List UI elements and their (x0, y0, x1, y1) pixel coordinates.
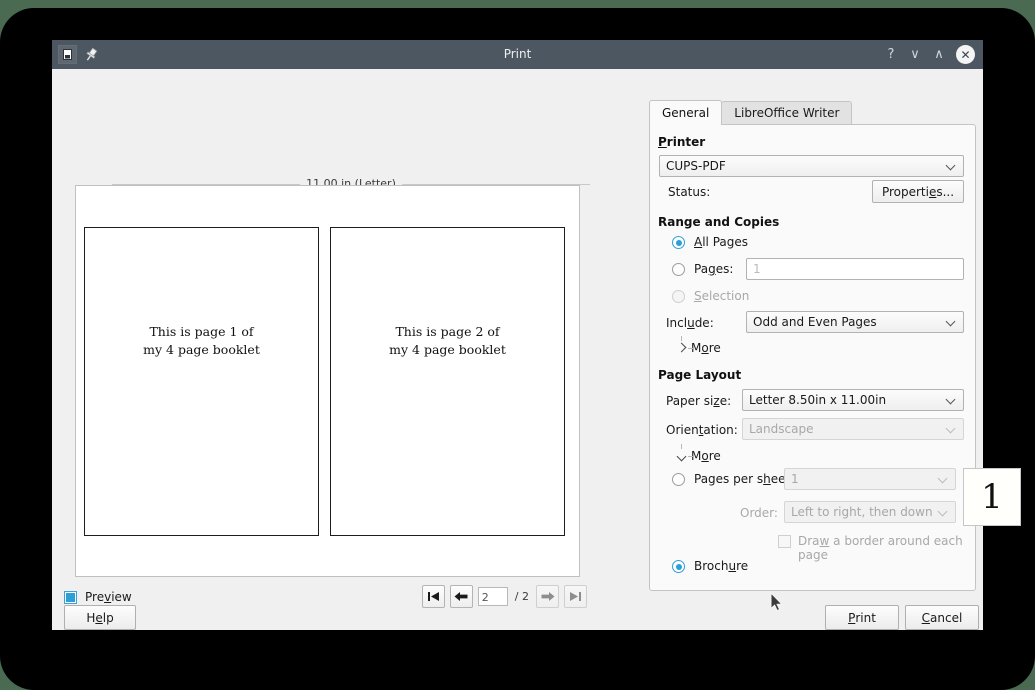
brochure-label: Brochure (694, 559, 748, 573)
more-layout-label: More (691, 449, 721, 463)
more-layout-expander[interactable]: More (676, 449, 721, 463)
nup-preview-thumbnail: 1 (963, 468, 1021, 526)
chevron-down-icon (947, 395, 957, 405)
include-label: Include: (666, 316, 714, 330)
close-icon[interactable]: ✕ (956, 45, 975, 64)
dialog-footer: Help Print Cancel (52, 601, 983, 630)
window-controls: ? ∨ ∧ ✕ (884, 40, 975, 69)
order-combo-value: Left to right, then down (791, 505, 939, 519)
general-tab-panel: Printer CUPS-PDF Status: Properties... R… (649, 124, 976, 591)
order-label: Order: (740, 506, 778, 520)
preview-page-2: This is page 2 of my 4 page booklet (330, 227, 565, 536)
dialog-body: 11.00 in (Letter) 8.50 in This is page 1… (52, 69, 983, 630)
print-preview-panel: 11.00 in (Letter) 8.50 in This is page 1… (52, 69, 597, 630)
pages-label: Pages: (694, 262, 733, 276)
order-combo[interactable]: Left to right, then down (784, 501, 956, 523)
window-title: Print (52, 40, 983, 69)
help-window-button[interactable]: ? (884, 48, 898, 61)
preview-sheet[interactable]: This is page 1 of my 4 page booklet This… (75, 185, 580, 577)
chevron-down-icon (947, 317, 957, 327)
pages-input[interactable]: 1 (746, 258, 964, 280)
layout-group-title: Page Layout (658, 368, 741, 382)
draw-border-checkbox[interactable] (778, 535, 791, 548)
orientation-label: Orientation: (666, 423, 738, 437)
print-button[interactable]: Print (825, 605, 899, 630)
pages-per-sheet-label: Pages per sheet: (694, 472, 794, 486)
chevron-down-icon (939, 507, 949, 517)
paper-size-label: Paper size: (666, 394, 731, 408)
tab-general[interactable]: General (649, 100, 722, 125)
cancel-button[interactable]: Cancel (905, 605, 979, 630)
include-combo-value: Odd and Even Pages (753, 315, 947, 329)
printer-group-title: Printer (658, 135, 705, 149)
include-combo[interactable]: Odd and Even Pages (746, 311, 964, 333)
printer-combo-value: CUPS-PDF (666, 159, 947, 173)
mouse-cursor (770, 592, 784, 615)
printer-combo[interactable]: CUPS-PDF (659, 155, 964, 177)
titlebar: Print ? ∨ ∧ ✕ (52, 40, 983, 69)
status-label: Status: (668, 185, 710, 199)
chevron-down-icon (947, 161, 957, 171)
radio-all-pages[interactable] (672, 236, 685, 249)
more-range-label: More (691, 341, 721, 355)
all-pages-label: All Pages (694, 235, 748, 249)
orientation-combo[interactable]: Landscape (742, 418, 964, 440)
chevron-down-icon (676, 451, 687, 462)
pages-per-sheet-combo[interactable]: 1 (784, 468, 956, 490)
paper-size-combo-value: Letter 8.50in x 11.00in (749, 393, 947, 407)
selection-label: Selection (694, 289, 749, 303)
radio-selection[interactable] (672, 290, 685, 303)
orientation-combo-value: Landscape (749, 422, 947, 436)
properties-button[interactable]: Properties... (872, 180, 964, 203)
preview-page-2-text: This is page 2 of my 4 page booklet (331, 323, 564, 359)
range-group-title: Range and Copies (658, 215, 779, 229)
preview-page-1-text: This is page 1 of my 4 page booklet (85, 323, 318, 359)
radio-brochure[interactable] (672, 560, 685, 573)
minimize-icon[interactable]: ∨ (908, 48, 922, 61)
chevron-down-icon (939, 474, 949, 484)
maximize-icon[interactable]: ∧ (932, 48, 946, 61)
nup-preview-number: 1 (981, 480, 1003, 514)
tab-bar: General LibreOffice Writer (649, 101, 851, 125)
settings-panel: General LibreOffice Writer Printer CUPS-… (597, 69, 983, 630)
tab-libreoffice-writer[interactable]: LibreOffice Writer (721, 101, 852, 125)
pages-per-sheet-combo-value: 1 (791, 472, 939, 486)
chevron-down-icon (947, 424, 957, 434)
paper-size-combo[interactable]: Letter 8.50in x 11.00in (742, 389, 964, 411)
radio-pages-per-sheet[interactable] (672, 473, 685, 486)
radio-pages[interactable] (672, 263, 685, 276)
draw-border-label: Draw a border around each page (798, 534, 975, 562)
preview-page-1: This is page 1 of my 4 page booklet (84, 227, 319, 536)
chevron-right-icon (676, 343, 687, 354)
help-button[interactable]: Help (64, 605, 136, 630)
more-range-expander[interactable]: More (676, 341, 721, 355)
print-dialog-window: Print ? ∨ ∧ ✕ 11.00 in (Letter) 8.50 in (52, 40, 983, 630)
